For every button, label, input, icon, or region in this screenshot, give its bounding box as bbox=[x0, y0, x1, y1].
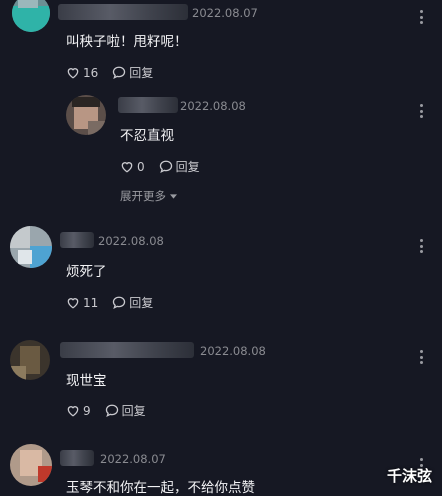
comment-text: 现世宝 bbox=[66, 373, 107, 389]
comment-text: 不忍直视 bbox=[120, 128, 174, 144]
avatar[interactable] bbox=[12, 0, 50, 32]
more-vertical-icon[interactable] bbox=[420, 239, 424, 253]
heart-icon bbox=[67, 68, 79, 79]
heart-icon bbox=[67, 298, 79, 309]
comment-actions: 16 回复 bbox=[66, 64, 167, 81]
username[interactable] bbox=[60, 342, 194, 358]
like-button[interactable]: 11 bbox=[66, 296, 98, 310]
comment-text: 叫秧子啦！甩籽呢！ bbox=[66, 34, 188, 50]
reply-button[interactable]: 回复 bbox=[112, 294, 153, 311]
comment-actions: 9 回复 bbox=[66, 402, 160, 419]
username[interactable] bbox=[60, 232, 94, 248]
reply-button[interactable]: 回复 bbox=[105, 402, 146, 419]
heart-icon bbox=[67, 406, 79, 417]
comment-bubble-icon bbox=[159, 160, 172, 173]
reply-label: 回复 bbox=[121, 404, 146, 418]
comment-actions: 11 回复 bbox=[66, 294, 167, 311]
avatar[interactable] bbox=[10, 226, 52, 268]
username[interactable] bbox=[58, 4, 188, 20]
comment-text: 玉琴不和你在一起，不给你点赞 bbox=[66, 480, 255, 496]
expand-label: 展开更多 bbox=[120, 189, 166, 203]
reply-button[interactable]: 回复 bbox=[112, 64, 153, 81]
watermark: 千沫弦 bbox=[386, 467, 432, 485]
more-vertical-icon[interactable] bbox=[420, 350, 424, 364]
avatar[interactable] bbox=[66, 95, 106, 135]
expand-more-button[interactable]: 展开更多 bbox=[120, 188, 177, 204]
comment-date: 2022.08.07 bbox=[192, 6, 258, 20]
reply-label: 回复 bbox=[129, 66, 154, 80]
like-count: 16 bbox=[83, 65, 99, 80]
reply-label: 回复 bbox=[175, 160, 200, 174]
more-vertical-icon[interactable] bbox=[420, 104, 424, 118]
username[interactable] bbox=[60, 450, 94, 466]
like-button[interactable]: 9 bbox=[66, 404, 91, 418]
comment-date: 2022.08.07 bbox=[100, 452, 166, 466]
comment-bubble-icon bbox=[113, 296, 126, 309]
comment-actions: 0 回复 bbox=[120, 158, 214, 175]
heart-icon bbox=[121, 162, 133, 173]
caret-down-icon bbox=[170, 193, 177, 199]
username[interactable] bbox=[118, 97, 178, 113]
comment-date: 2022.08.08 bbox=[200, 344, 266, 358]
avatar[interactable] bbox=[10, 340, 50, 380]
like-count: 0 bbox=[137, 159, 145, 174]
more-vertical-icon[interactable] bbox=[420, 10, 424, 24]
reply-label: 回复 bbox=[129, 296, 154, 310]
like-count: 9 bbox=[83, 403, 91, 418]
like-button[interactable]: 16 bbox=[66, 66, 98, 80]
comment-date: 2022.08.08 bbox=[98, 234, 164, 248]
like-count: 11 bbox=[83, 295, 99, 310]
like-button[interactable]: 0 bbox=[120, 160, 145, 174]
comment-bubble-icon bbox=[113, 66, 126, 79]
reply-button[interactable]: 回复 bbox=[159, 158, 200, 175]
avatar[interactable] bbox=[10, 444, 52, 486]
comment-text: 烦死了 bbox=[66, 264, 107, 280]
comment-date: 2022.08.08 bbox=[180, 99, 246, 113]
comment-bubble-icon bbox=[105, 404, 118, 417]
